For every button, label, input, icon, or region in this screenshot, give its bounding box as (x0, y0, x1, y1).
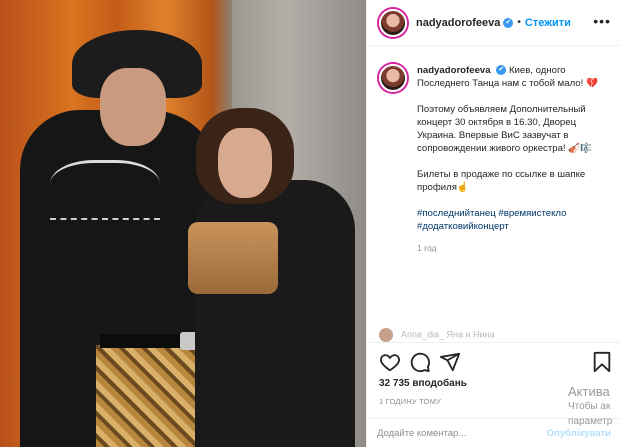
caption-hashtags[interactable]: #последнийтанец #времяистекло #додаткови… (417, 207, 615, 233)
avatar[interactable] (379, 8, 407, 37)
post-side-panel: nadyadorofeeva ✔ • Стежити ••• nadyadoro… (366, 0, 620, 447)
caption-username[interactable]: nadyadorofeeva (417, 65, 491, 76)
post-time[interactable]: 1 ГОДИНУ ТОМУ (379, 397, 441, 406)
follow-button[interactable]: Стежити (525, 17, 571, 29)
photo-man-face (100, 68, 166, 146)
post-caption: nadyadorofeeva ✔ Киев, одного Последнего… (379, 64, 615, 253)
post-header: nadyadorofeeva ✔ • Стежити ••• (367, 0, 620, 46)
comment-avatar[interactable] (379, 328, 393, 342)
heart-icon[interactable] (379, 351, 401, 373)
separator-dot: • (517, 17, 521, 28)
watermark-line2: Чтобы ак (568, 401, 611, 412)
photo-woman-face (218, 128, 272, 198)
bookmark-icon[interactable] (591, 351, 613, 373)
photo-woman-figure (195, 180, 355, 447)
caption-avatar[interactable] (379, 64, 407, 92)
caption-paragraph-2: Поэтому объявляем Дополнительный концерт… (417, 104, 593, 154)
caption-text: nadyadorofeeva ✔ Киев, одного Последнего… (417, 64, 615, 233)
comment-peek-text: Anna_dia_ Яна и Нина (401, 329, 495, 340)
header-username[interactable]: nadyadorofeeva (416, 17, 500, 29)
comment-peek: Anna_dia_ Яна и Нина (379, 328, 615, 342)
comment-input[interactable]: Додайте коментар... (377, 428, 547, 439)
photo-shirt-embroidery (50, 160, 160, 220)
windows-activation-watermark: Актива Чтобы ак параметр (568, 384, 612, 429)
caption-age: 1 год (417, 243, 437, 253)
more-options-icon[interactable]: ••• (593, 13, 611, 29)
photo-corset (188, 222, 278, 294)
post-photo[interactable] (0, 0, 366, 447)
likes-count[interactable]: 32 735 вподобань (379, 378, 467, 389)
watermark-line1: Актива (568, 384, 610, 399)
watermark-line3: параметр (568, 416, 613, 427)
caption-paragraph-3: Билеты в продаже по ссылке в шапке профи… (417, 169, 586, 193)
verified-badge-icon: ✔ (503, 17, 514, 28)
action-bar (367, 342, 620, 378)
share-icon[interactable] (439, 351, 461, 373)
caption-verified-badge-icon: ✔ (496, 65, 507, 76)
publish-button[interactable]: Опублікувати (547, 428, 611, 439)
comment-icon[interactable] (409, 351, 431, 373)
